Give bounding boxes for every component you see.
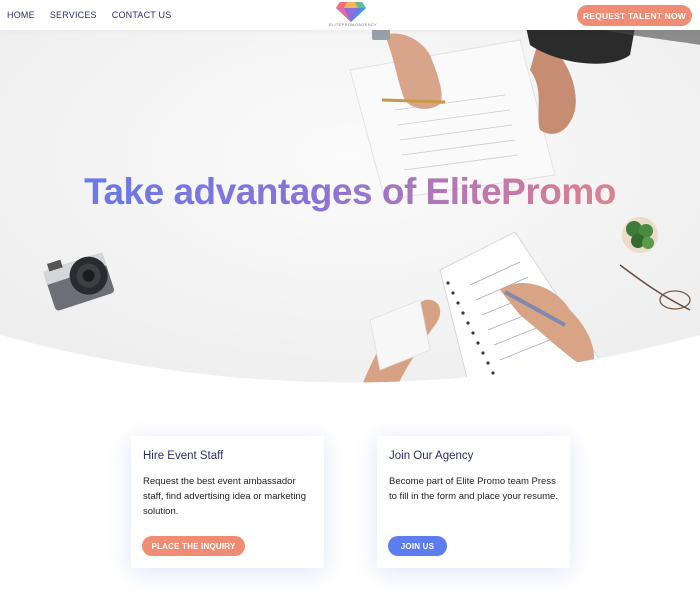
request-talent-button[interactable]: REQUEST TALENT NOW <box>577 5 692 26</box>
card-title: Hire Event Staff <box>143 450 224 462</box>
logo-text: ELITEPROMOAGENCY <box>329 22 377 27</box>
card-hire-event-staff: Hire Event Staff Request the best event … <box>131 436 324 568</box>
card-join-our-agency: Join Our Agency Become part of Elite Pro… <box>377 436 570 568</box>
diamond-logo-icon <box>336 2 366 22</box>
nav-link-contact-us[interactable]: CONTACT US <box>112 10 172 20</box>
nav-links: HOME SERVICES CONTACT US <box>7 10 171 20</box>
place-inquiry-button[interactable]: PLACE THE INQUIRY <box>142 536 245 556</box>
card-text: Request the best event ambassador staff,… <box>143 476 306 517</box>
nav-link-home[interactable]: HOME <box>7 10 35 20</box>
top-navbar: HOME SERVICES CONTACT US ELITEPROMOAGENC… <box>0 0 700 30</box>
card-text: Become part of Elite Promo team Press to… <box>389 476 558 502</box>
logo[interactable]: ELITEPROMOAGENCY <box>329 0 377 30</box>
hero-title: Take advantages of ElitePromo <box>0 171 700 213</box>
nav-link-services[interactable]: SERVICES <box>50 10 97 20</box>
hero-section: Take advantages of ElitePromo <box>0 0 700 390</box>
join-us-button[interactable]: JOIN US <box>388 536 447 556</box>
card-title: Join Our Agency <box>389 450 474 462</box>
